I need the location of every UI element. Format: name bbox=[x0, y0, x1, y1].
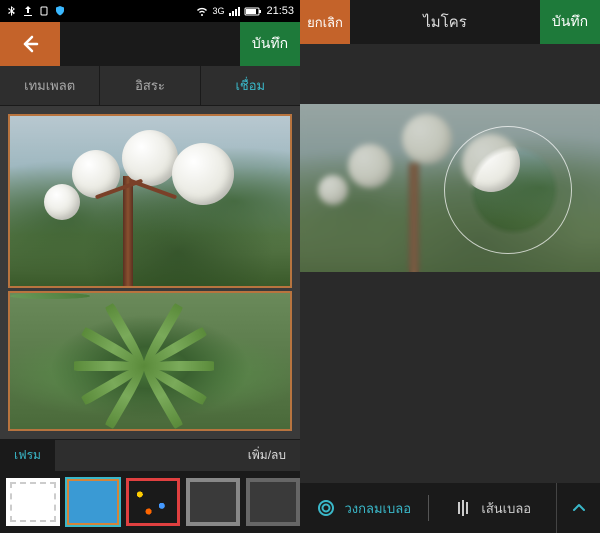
tab-template[interactable]: เทมเพลต bbox=[0, 66, 100, 105]
upload-icon bbox=[22, 5, 34, 17]
header-spacer bbox=[60, 22, 240, 66]
status-right: 3G 21:53 bbox=[196, 5, 294, 17]
blur-controls: วงกลมเบลอ เส้นเบลอ bbox=[300, 483, 600, 533]
tab-addremove[interactable]: เพิ่ม/ลบ bbox=[234, 440, 300, 471]
shield-icon bbox=[54, 5, 66, 17]
back-button[interactable] bbox=[0, 22, 60, 66]
right-screen: ยกเลิก ไมโคร บันทึก วงกลมเบลอ bbox=[300, 0, 600, 533]
status-bar: 3G 21:53 bbox=[0, 0, 300, 22]
frame-option-4[interactable] bbox=[186, 478, 240, 526]
wifi-icon bbox=[196, 5, 208, 17]
tab-free[interactable]: อิสระ bbox=[100, 66, 200, 105]
save-label: บันทึก bbox=[252, 33, 288, 55]
bluetooth-icon bbox=[6, 5, 18, 17]
cancel-label: ยกเลิก bbox=[307, 12, 343, 33]
left-screen: 3G 21:53 บันทึก เทมเพลต อิสระ เชื่อม bbox=[0, 0, 300, 533]
battery-icon bbox=[244, 5, 262, 17]
save-button-r[interactable]: บันทึก bbox=[540, 0, 600, 44]
photo-top[interactable] bbox=[8, 114, 292, 288]
focus-ring[interactable] bbox=[444, 126, 572, 254]
signal-icon bbox=[228, 5, 240, 17]
arrow-left-icon bbox=[20, 34, 40, 54]
status-left bbox=[6, 5, 66, 17]
frame-option-2[interactable] bbox=[66, 478, 120, 526]
cancel-button[interactable]: ยกเลิก bbox=[300, 0, 350, 44]
tab-connect[interactable]: เชื่อม bbox=[201, 66, 300, 105]
frame-options bbox=[0, 471, 300, 533]
save-label-r: บันทึก bbox=[552, 11, 588, 33]
expand-button[interactable] bbox=[556, 483, 600, 533]
frame-option-3[interactable] bbox=[126, 478, 180, 526]
circle-blur-icon bbox=[316, 498, 336, 518]
frame-option-1[interactable] bbox=[6, 478, 60, 526]
blur-canvas: วงกลมเบลอ เส้นเบลอ bbox=[300, 44, 600, 533]
page-title: ไมโคร bbox=[350, 0, 540, 44]
line-blur-icon bbox=[453, 498, 473, 518]
sim-icon bbox=[38, 5, 50, 17]
save-button[interactable]: บันทึก bbox=[240, 22, 300, 66]
clock: 21:53 bbox=[266, 5, 294, 17]
header: บันทึก bbox=[0, 22, 300, 66]
mode-tabs: เทมเพลต อิสระ เชื่อม bbox=[0, 66, 300, 106]
collage-canvas[interactable] bbox=[0, 106, 300, 439]
network-label: 3G bbox=[212, 6, 224, 16]
tab-frame[interactable]: เฟรม bbox=[0, 440, 55, 471]
preview-image[interactable] bbox=[300, 104, 600, 272]
photo-bottom[interactable] bbox=[8, 291, 292, 431]
chevron-up-icon bbox=[571, 500, 587, 516]
blur-circle-option[interactable]: วงกลมเบลอ bbox=[300, 483, 428, 533]
bottom-tabs: เฟรม เพิ่ม/ลบ bbox=[0, 439, 300, 471]
blur-line-option[interactable]: เส้นเบลอ bbox=[429, 483, 557, 533]
header-r: ยกเลิก ไมโคร บันทึก bbox=[300, 0, 600, 44]
frame-option-5[interactable] bbox=[246, 478, 300, 526]
